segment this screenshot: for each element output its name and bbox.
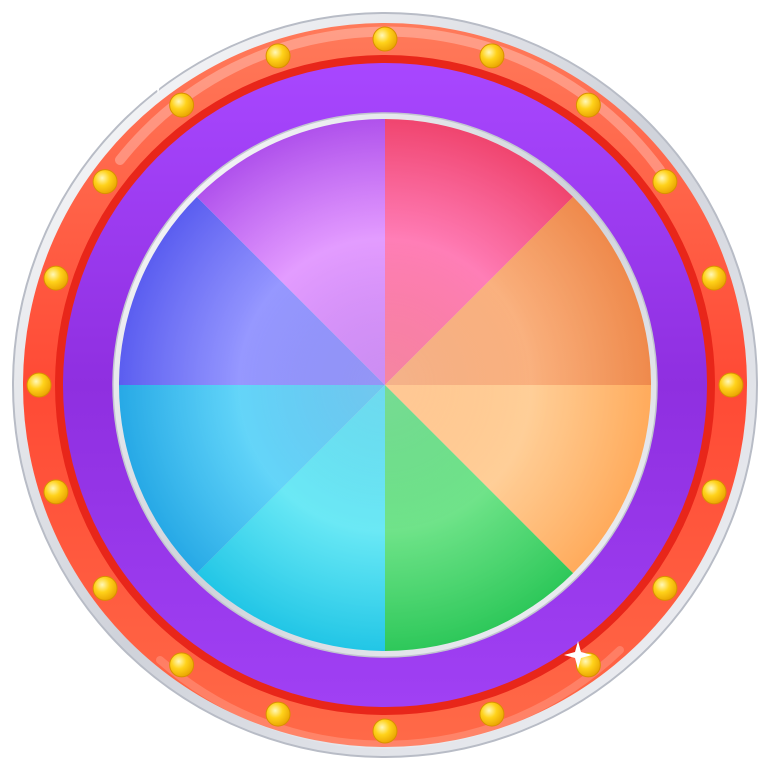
light-bulb-icon	[479, 701, 505, 727]
light-bulb-icon	[43, 265, 69, 291]
light-bulb-icon	[169, 652, 195, 678]
light-bulb-icon	[718, 372, 744, 398]
light-bulb-icon	[265, 701, 291, 727]
light-bulb-icon	[26, 372, 52, 398]
wheel-graphic[interactable]	[0, 0, 770, 770]
light-bulb-icon	[265, 43, 291, 69]
light-bulb-icon	[701, 479, 727, 505]
light-bulb-icon	[479, 43, 505, 69]
light-bulb-icon	[652, 575, 678, 601]
light-bulb-icon	[575, 92, 601, 118]
fortune-wheel[interactable]	[0, 0, 770, 770]
light-bulb-icon	[92, 575, 118, 601]
light-bulb-icon	[372, 26, 398, 52]
light-bulb-icon	[43, 479, 69, 505]
light-bulb-icon	[169, 92, 195, 118]
wheel-segments[interactable]	[118, 118, 651, 651]
light-bulb-icon	[372, 718, 398, 744]
light-bulb-icon	[701, 265, 727, 291]
light-bulb-icon	[652, 169, 678, 195]
light-bulb-icon	[92, 169, 118, 195]
